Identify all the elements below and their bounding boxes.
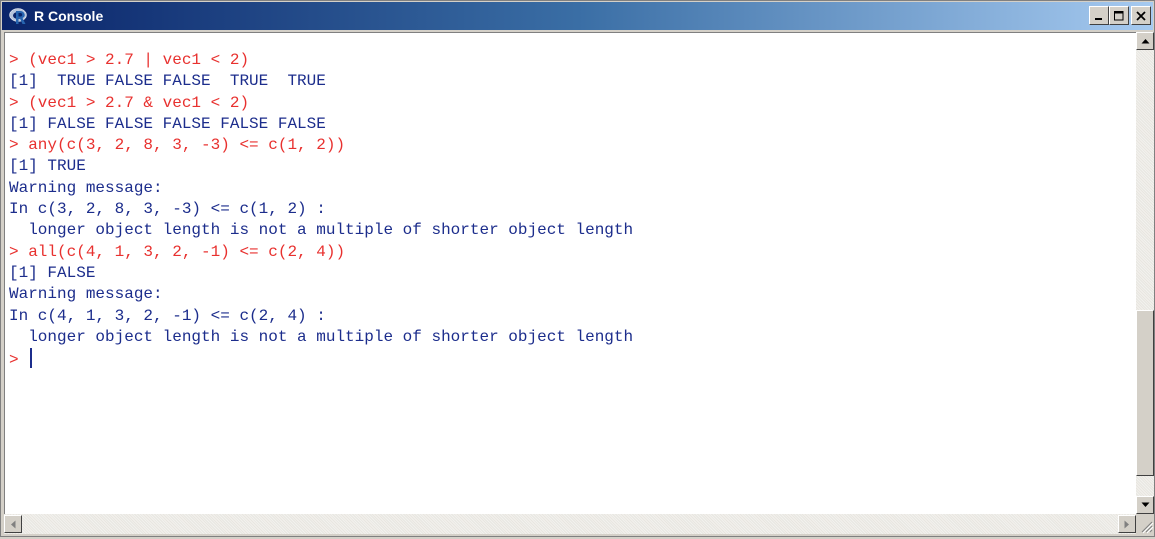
r-console-window: R Console > (vec1 > 2.7 | vec1 < 2) [1] T… [0,0,1155,537]
chevron-right-icon [1124,520,1129,528]
window-title: R Console [34,8,104,24]
chevron-up-icon [1141,39,1149,44]
vertical-scroll-thumb[interactable] [1136,310,1154,476]
console-prompt: > [9,351,29,370]
scroll-left-button[interactable] [4,515,22,533]
console-output-line: Warning message: [9,178,163,197]
horizontal-scrollbar[interactable] [4,514,1136,534]
console-output-line: Warning message: [9,285,163,304]
scroll-down-button[interactable] [1136,496,1154,514]
console-command-line: > all(c(4, 1, 3, 2, -1) <= c(2, 4)) [9,242,346,261]
maximize-icon [1114,10,1124,20]
console-output-line: [1] TRUE FALSE FALSE TRUE TRUE [9,72,326,91]
console-output-line: [1] TRUE [9,157,86,176]
resize-grip[interactable] [1136,514,1154,534]
console-command-line: > any(c(3, 2, 8, 3, -3) <= c(1, 2)) [9,136,346,155]
resize-grip-icon [1141,521,1154,534]
window-controls [1089,6,1151,25]
console-prompt-line[interactable]: > [9,348,1136,369]
maximize-button[interactable] [1109,6,1129,25]
r-logo-icon [8,5,30,27]
vertical-scrollbar[interactable] [1136,32,1154,514]
minimize-icon [1095,17,1102,20]
chevron-left-icon [11,520,16,528]
minimize-button[interactable] [1089,6,1109,25]
console-command-line: > (vec1 > 2.7 & vec1 < 2) [9,93,250,112]
close-icon [1136,10,1146,21]
scroll-right-button[interactable] [1118,515,1136,533]
console-output-line: longer object length is not a multiple o… [9,327,634,346]
console-output-line: In c(4, 1, 3, 2, -1) <= c(2, 4) : [9,306,326,325]
console-output[interactable]: > (vec1 > 2.7 | vec1 < 2) [1] TRUE FALSE … [4,32,1136,514]
text-cursor [30,348,33,369]
chevron-down-icon [1141,502,1149,507]
console-output-line: [1] FALSE FALSE FALSE FALSE FALSE [9,114,326,133]
title-bar[interactable]: R Console [2,2,1153,30]
close-button[interactable] [1131,6,1151,25]
scroll-up-button[interactable] [1136,32,1154,50]
console-output-line: In c(3, 2, 8, 3, -3) <= c(1, 2) : [9,200,326,219]
console-output-line: [1] FALSE [9,263,96,282]
console-output-line: longer object length is not a multiple o… [9,221,634,240]
console-command-line: > (vec1 > 2.7 | vec1 < 2) [9,51,250,69]
